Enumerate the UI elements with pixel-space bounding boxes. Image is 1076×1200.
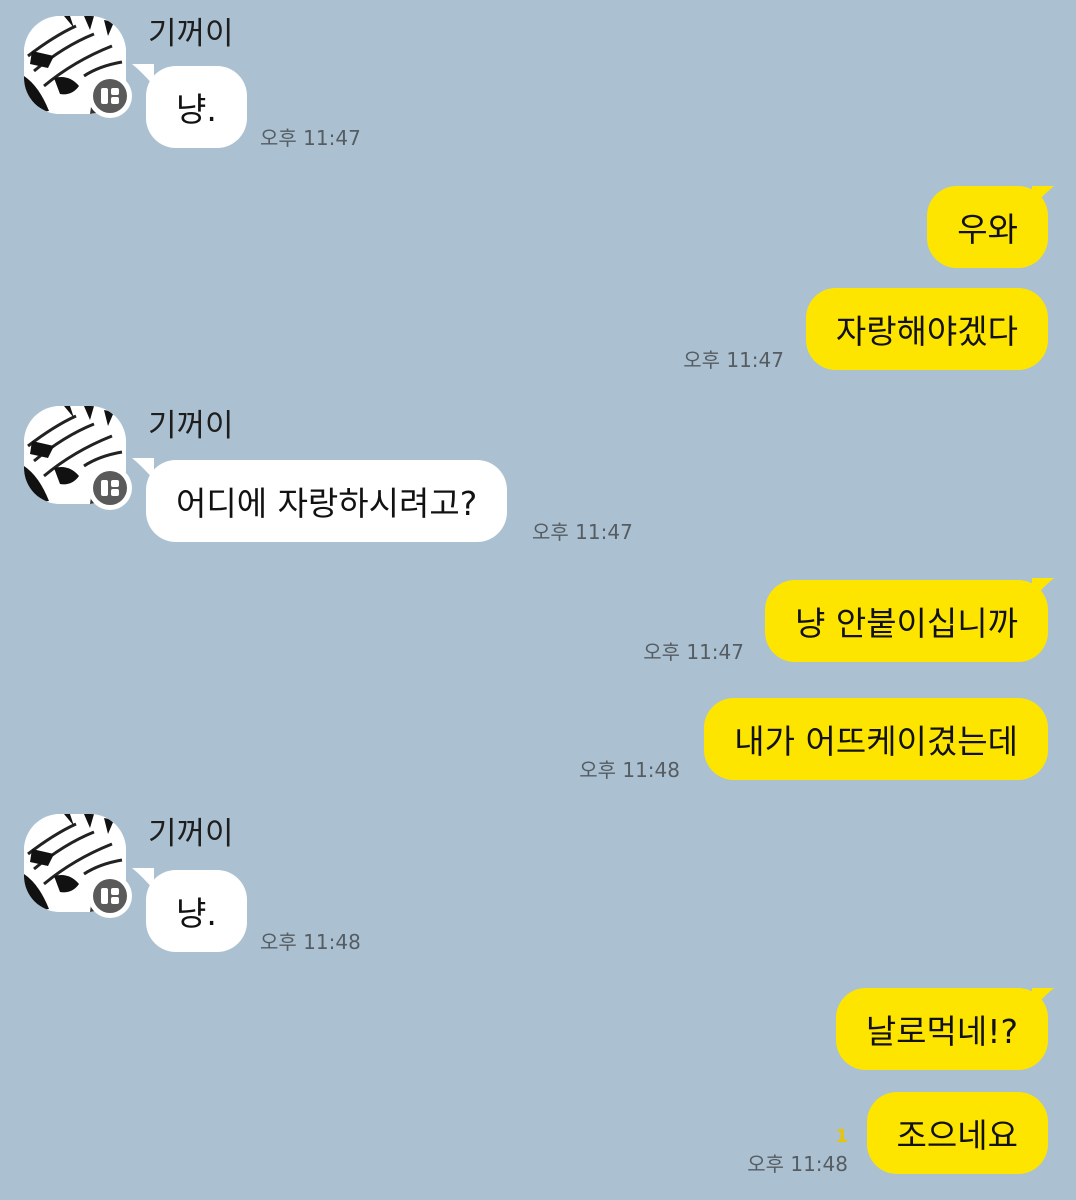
message-timestamp: 오후 11:47 bbox=[643, 640, 744, 664]
chat-badge-icon bbox=[88, 874, 132, 918]
message-timestamp: 오후 11:48 bbox=[747, 1152, 848, 1176]
message-bubble-incoming[interactable]: 냥. bbox=[146, 66, 247, 148]
message-bubble-outgoing[interactable]: 자랑해야겠다 bbox=[805, 288, 1048, 370]
chat-badge-icon bbox=[88, 74, 132, 118]
message-timestamp: 오후 11:47 bbox=[532, 520, 633, 544]
message-bubble-outgoing[interactable]: 날로먹네!? bbox=[835, 988, 1048, 1070]
chat-badge-icon bbox=[88, 466, 132, 510]
chat-room: 기꺼이 냥. 오후 11:47 우와 자랑해야겠다 오후 11:47 기꺼이 어… bbox=[0, 0, 1076, 1200]
sender-name: 기꺼이 bbox=[148, 816, 234, 852]
sender-name: 기꺼이 bbox=[148, 408, 234, 444]
message-bubble-incoming[interactable]: 냥. bbox=[146, 870, 247, 952]
message-timestamp: 오후 11:47 bbox=[683, 348, 784, 372]
message-bubble-outgoing[interactable]: 우와 bbox=[927, 186, 1048, 268]
message-bubble-incoming[interactable]: 어디에 자랑하시려고? bbox=[146, 460, 508, 542]
message-timestamp: 오후 11:48 bbox=[579, 758, 680, 782]
message-bubble-outgoing[interactable]: 조으네요 bbox=[866, 1092, 1048, 1174]
message-timestamp: 오후 11:47 bbox=[260, 126, 361, 150]
unread-count: 1 bbox=[835, 1126, 848, 1147]
message-bubble-outgoing[interactable]: 내가 어뜨케이겼는데 bbox=[704, 698, 1048, 780]
message-timestamp: 오후 11:48 bbox=[260, 930, 361, 954]
sender-name: 기꺼이 bbox=[148, 16, 234, 52]
message-bubble-outgoing[interactable]: 냥 안붙이십니까 bbox=[764, 580, 1048, 662]
